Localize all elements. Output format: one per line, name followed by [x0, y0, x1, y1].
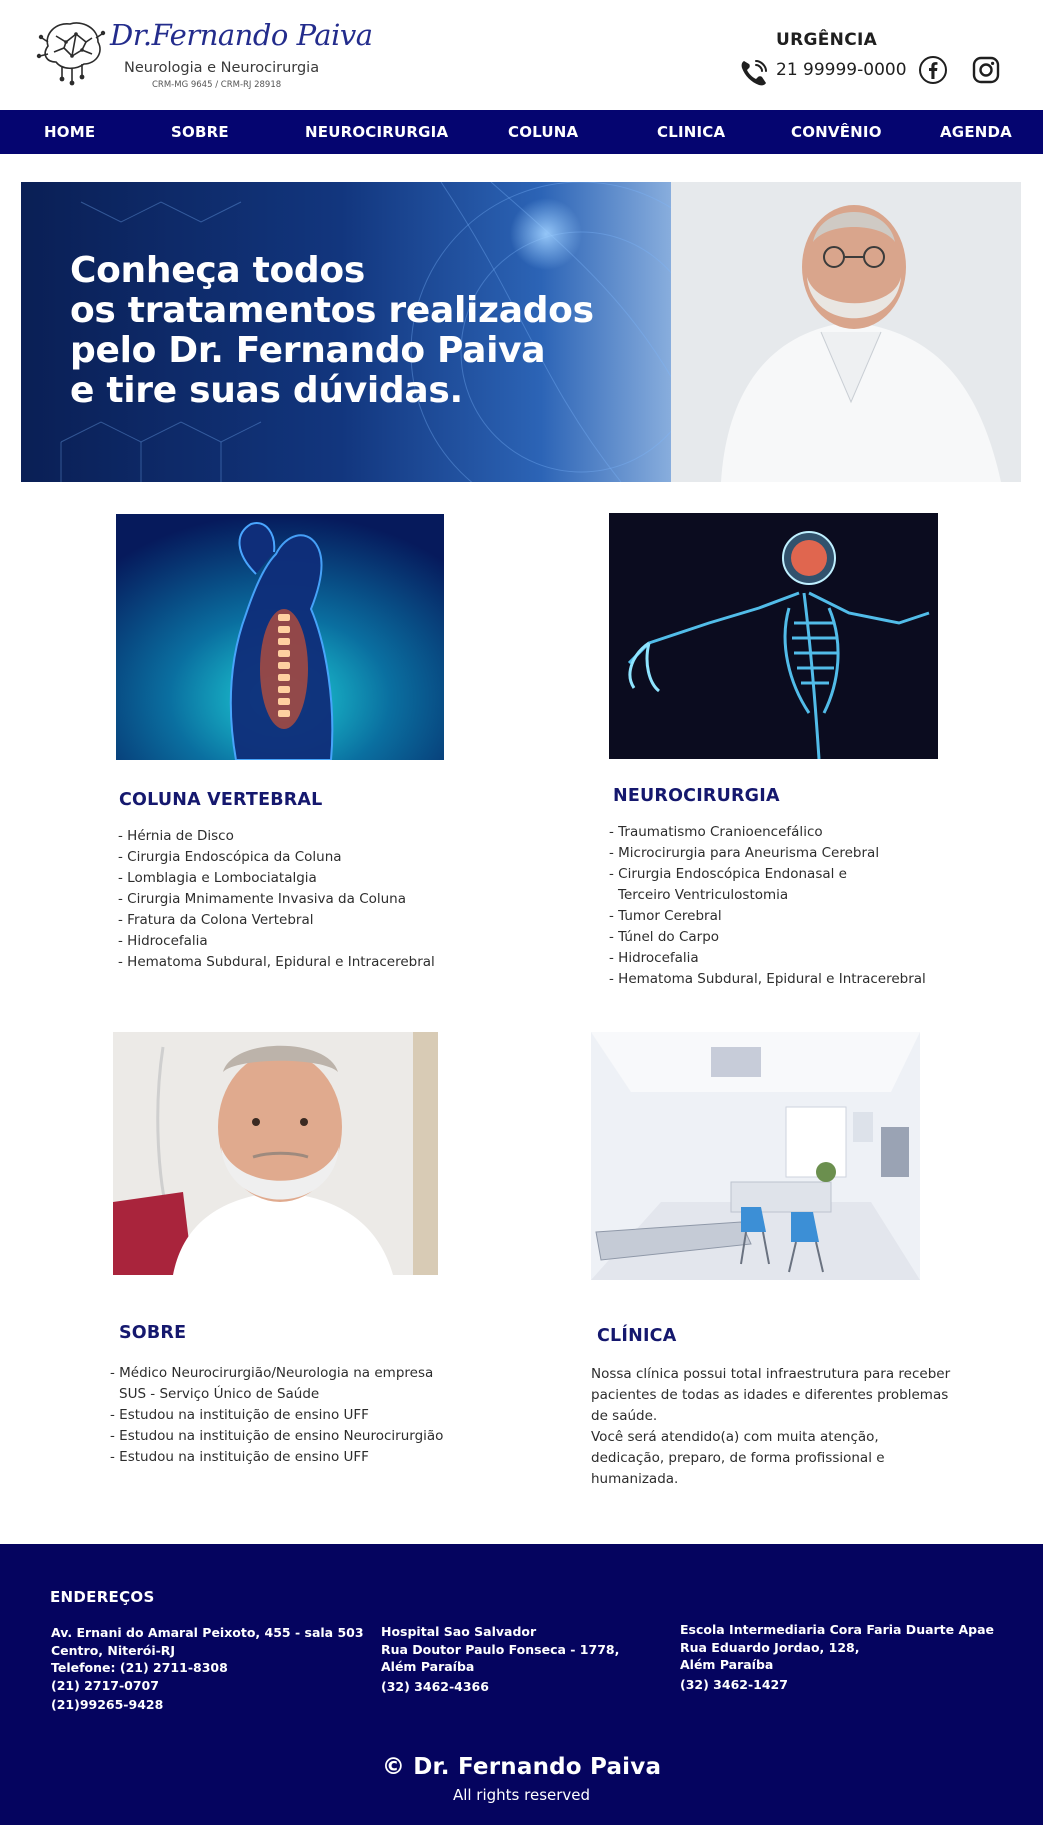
list-item: - Túnel do Carpo — [609, 929, 720, 945]
list-item: SUS - Serviço Único de Saúde — [119, 1386, 320, 1402]
list-item: - Estudou na instituição de ensino UFF — [110, 1449, 369, 1465]
nav-clinica[interactable]: CLINICA — [657, 110, 725, 154]
footer-addresses-title: ENDEREÇOS — [50, 1588, 155, 1606]
hero-banner: Conheça todos os tratamentos realizados … — [21, 182, 1021, 482]
neuro-list: - Traumatismo Cranioencefálico - Microci… — [609, 822, 926, 990]
list-item: - Cirurgia Mnimamente Invasiva da Coluna — [118, 891, 407, 907]
rights-text: All rights reserved — [452, 1786, 591, 1804]
nav-sobre[interactable]: SOBRE — [171, 110, 229, 154]
copyright-name: Dr. Fernando Paiva — [413, 1754, 662, 1780]
address-block-niteroi: Av. Ernani do Amaral Peixoto, 455 - sala… — [51, 1624, 364, 1714]
list-item: Terceiro Ventriculostomia — [618, 887, 789, 903]
clinic-room-image[interactable] — [591, 1032, 920, 1280]
doctor-photo — [671, 182, 1021, 482]
address-line: Além Paraíba — [381, 1659, 475, 1674]
hero-line-1: Conheça todos — [70, 250, 365, 291]
address-line[interactable]: (32) 3462-4366 — [381, 1678, 619, 1696]
list-item: - Hidrocefalia — [609, 950, 699, 966]
phone-icon — [741, 60, 767, 86]
list-item: - Hérnia de Disco — [118, 828, 234, 844]
clinica-paragraph-2: Você será atendido(a) com muita atenção,… — [591, 1429, 885, 1487]
address-line[interactable]: Telefone: (21) 2711-8308 — [51, 1659, 364, 1677]
urgency-phone[interactable]: 21 99999-0000 — [776, 60, 907, 80]
address-line: Av. Ernani do Amaral Peixoto, 455 - sala… — [51, 1625, 364, 1640]
instagram-icon[interactable] — [972, 56, 1000, 84]
address-line: Escola Intermediaria Cora Faria Duarte A… — [680, 1622, 995, 1637]
spine-image[interactable] — [116, 514, 444, 760]
hero-line-3: pelo Dr. Fernando Paiva — [70, 330, 546, 371]
nav-convenio[interactable]: CONVÊNIO — [791, 110, 882, 154]
brain-circuit-icon — [36, 22, 106, 86]
urgency-label: URGÊNCIA — [776, 30, 878, 50]
list-item: - Estudou na instituição de ensino UFF — [110, 1407, 369, 1423]
nav-neurocirurgia[interactable]: NEUROCIRURGIA — [305, 110, 448, 154]
list-item: - Hematoma Subdural, Epidural e Intracer… — [118, 954, 435, 970]
hero-line-2: os tratamentos realizados — [70, 290, 594, 331]
sobre-title[interactable]: SOBRE — [119, 1323, 186, 1343]
copyright: © Dr. Fernando Paiva All rights reserved — [0, 1754, 1043, 1804]
list-item: - Lomblagia e Lombociatalgia — [118, 870, 317, 886]
address-line: Hospital Sao Salvador — [381, 1624, 537, 1639]
coluna-title[interactable]: COLUNA VERTEBRAL — [119, 790, 323, 810]
copyright-icon: © — [381, 1754, 406, 1780]
list-item: - Tumor Cerebral — [609, 908, 722, 924]
main-nav: HOME SOBRE NEUROCIRURGIA COLUNA CLINICA … — [0, 110, 1043, 154]
logo-subtitle: Neurologia e Neurocirurgia — [124, 60, 320, 76]
doctor-portrait-image[interactable] — [113, 1032, 438, 1275]
nav-agenda[interactable]: AGENDA — [940, 110, 1012, 154]
neuro-skeleton-image[interactable] — [609, 513, 938, 759]
clinica-paragraph-1: Nossa clínica possui total infraestrutur… — [591, 1366, 951, 1424]
neuro-title[interactable]: NEUROCIRURGIA — [613, 786, 780, 806]
coluna-list: - Hérnia de Disco - Cirurgia Endoscópica… — [118, 826, 435, 973]
list-item: - Cirurgia Endoscópica da Coluna — [118, 849, 342, 865]
clinica-text: Nossa clínica possui total infraestrutur… — [591, 1364, 951, 1490]
list-item: - Médico Neurocirurgião/Neurologia na em… — [110, 1365, 434, 1381]
address-line[interactable]: (21) 2717-0707 — [51, 1677, 364, 1695]
facebook-icon[interactable] — [918, 55, 948, 85]
list-item: - Cirurgia Endoscópica Endonasal e — [609, 866, 847, 882]
address-line: Rua Eduardo Jordao, 128, — [680, 1639, 860, 1655]
copyright-line: © Dr. Fernando Paiva — [0, 1754, 1043, 1780]
list-item: - Fratura da Colona Vertebral — [118, 912, 314, 928]
list-item: - Hidrocefalia — [118, 933, 208, 949]
address-line[interactable]: (21)99265-9428 — [51, 1696, 364, 1714]
nav-home[interactable]: HOME — [44, 110, 95, 154]
address-line: Centro, Niterói-RJ — [51, 1642, 176, 1658]
list-item: - Microcirurgia para Aneurisma Cerebral — [609, 845, 880, 861]
clinica-title[interactable]: CLÍNICA — [597, 1326, 676, 1346]
address-line[interactable]: (32) 3462-1427 — [680, 1676, 994, 1694]
logo-crm: CRM-MG 9645 / CRM-RJ 28918 — [152, 80, 282, 90]
address-line: Além Paraíba — [680, 1657, 774, 1672]
sobre-list: - Médico Neurocirurgião/Neurologia na em… — [110, 1363, 443, 1468]
logo-name: Dr.Fernando Paiva — [110, 18, 373, 52]
hero-line-4: e tire suas dúvidas. — [70, 370, 463, 411]
site-header: Dr.Fernando Paiva Neurologia e Neurociru… — [0, 0, 1043, 110]
address-block-apae: Escola Intermediaria Cora Faria Duarte A… — [680, 1621, 994, 1693]
list-item: - Traumatismo Cranioencefálico — [609, 824, 823, 840]
list-item: - Estudou na instituição de ensino Neuro… — [110, 1428, 444, 1444]
list-item: - Hematoma Subdural, Epidural e Intracer… — [609, 971, 926, 987]
address-block-hospital: Hospital Sao Salvador Rua Doutor Paulo F… — [381, 1623, 619, 1695]
site-logo[interactable]: Dr.Fernando Paiva Neurologia e Neurociru… — [36, 16, 373, 92]
nav-coluna[interactable]: COLUNA — [508, 110, 578, 154]
address-line: Rua Doutor Paulo Fonseca - 1778, — [381, 1641, 620, 1657]
site-footer: ENDEREÇOS Av. Ernani do Amaral Peixoto, … — [0, 1544, 1043, 1825]
